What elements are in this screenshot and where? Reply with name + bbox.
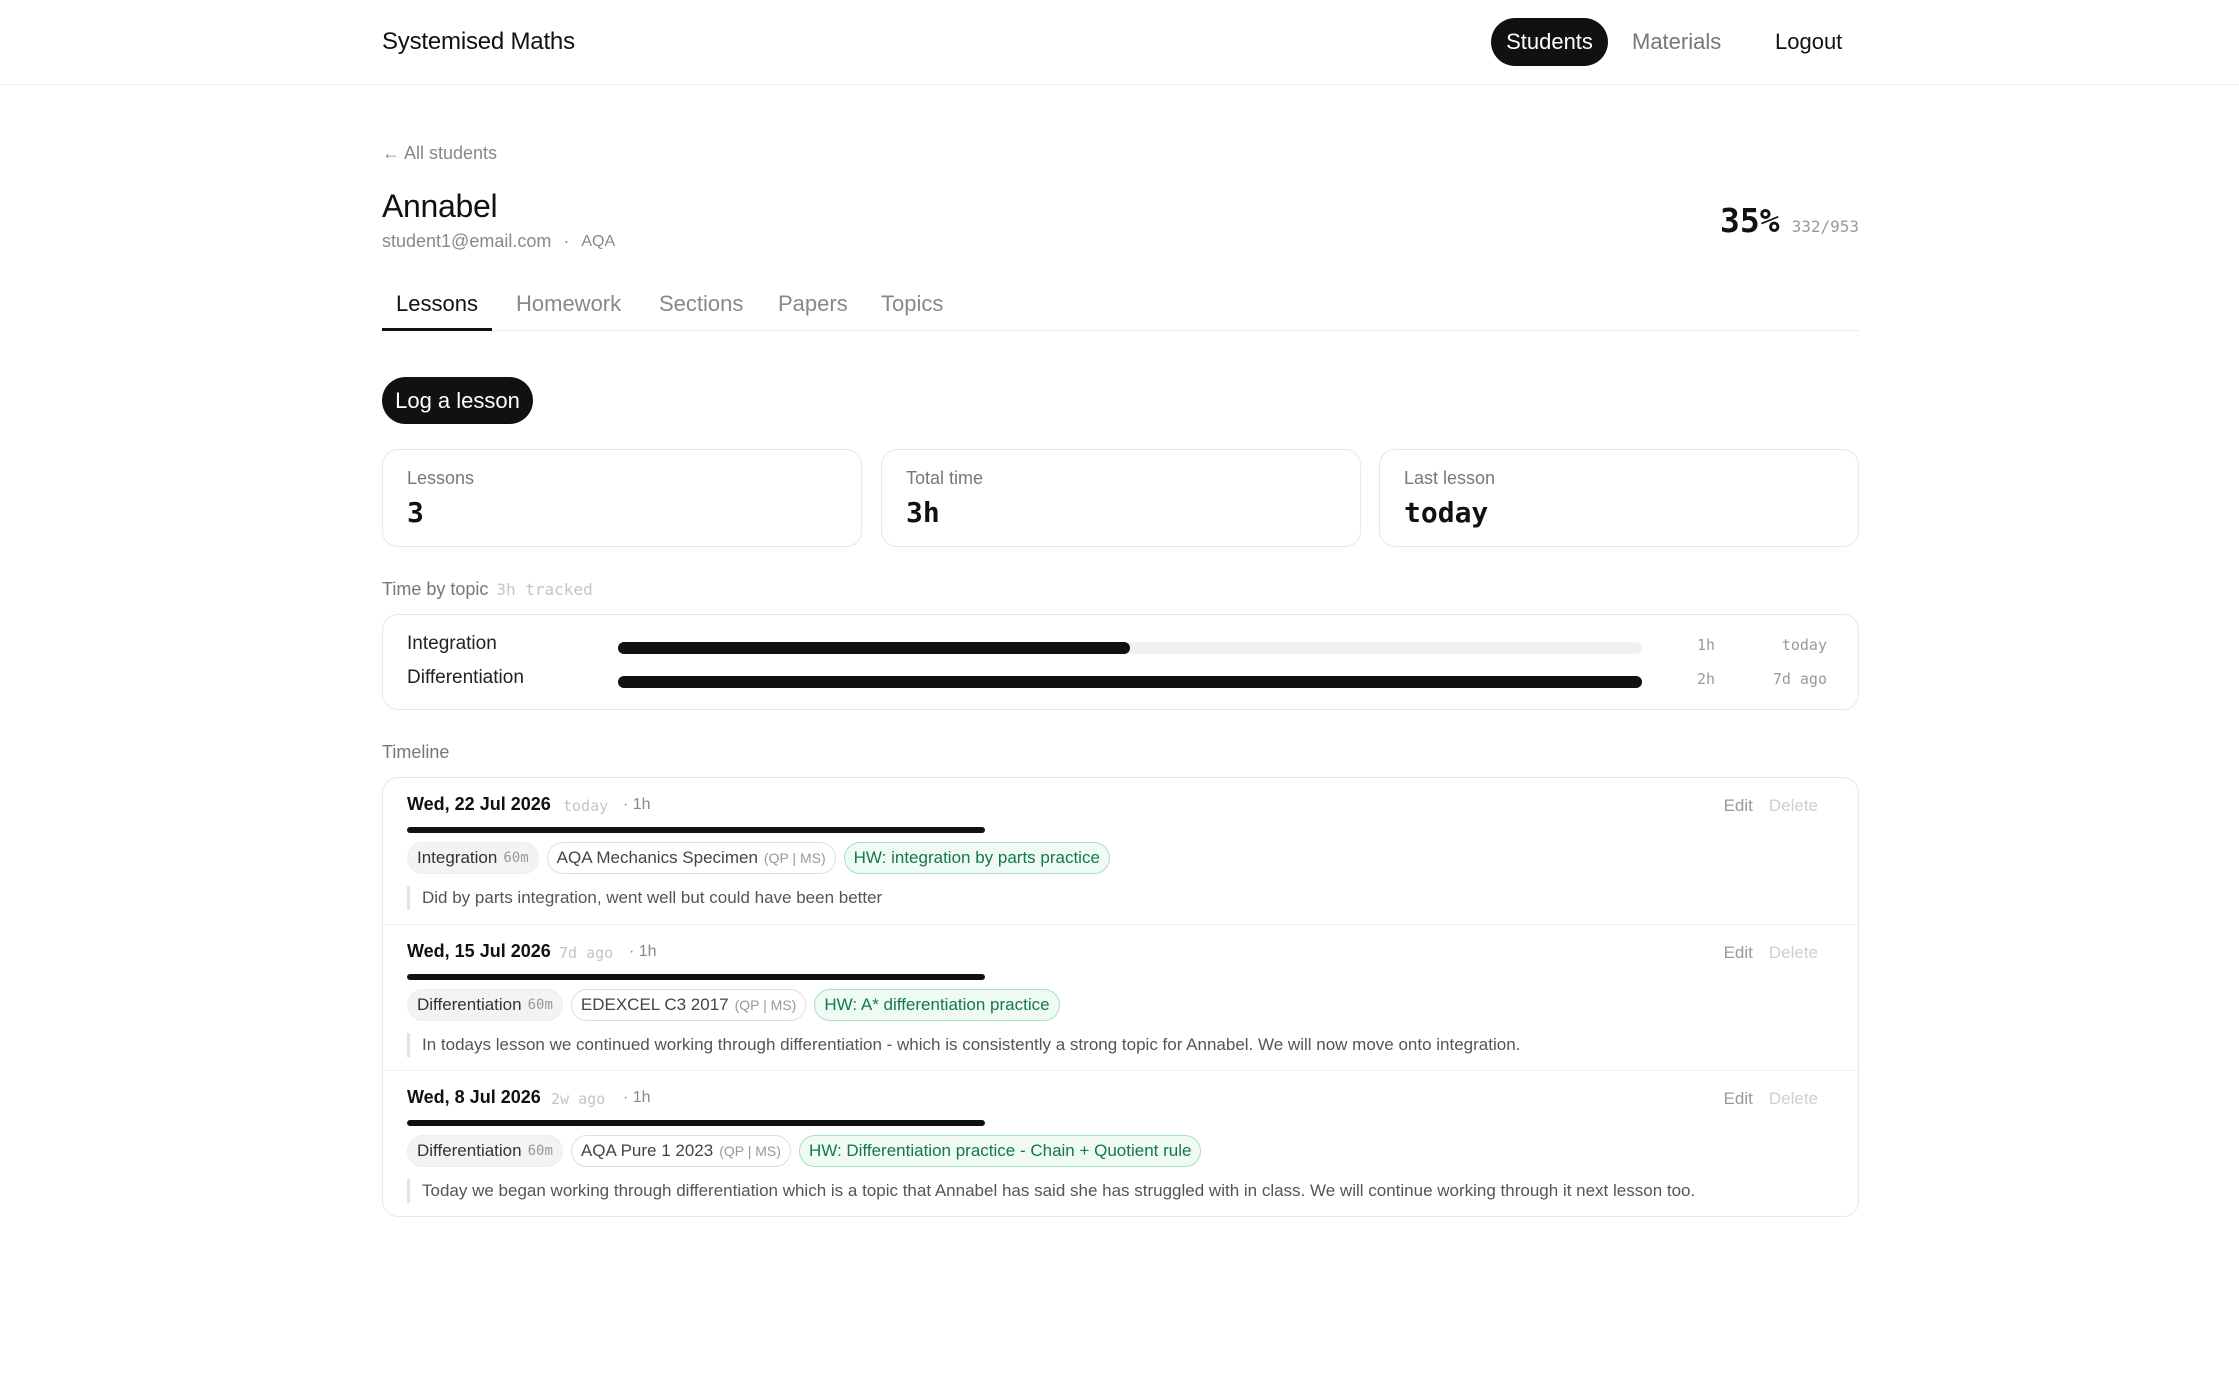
stat-value: 3	[407, 496, 424, 529]
stat-label: Lessons	[407, 468, 475, 488]
tab-lessons[interactable]: Lessons	[382, 291, 492, 331]
topic-last-seen: today	[1781, 636, 1827, 654]
delete-entry-button[interactable]: Delete	[1769, 796, 1818, 816]
entry-chips: Differentiation 60m EDEXCEL C3 2017 (QP | …	[407, 989, 1060, 1021]
topic-bar-fill	[618, 642, 1130, 654]
timeline-entry: Wed, 15 Jul 2026 7d ago · 1h Edit Delete…	[383, 924, 1858, 1070]
nav-logout[interactable]: Logout	[1775, 29, 1842, 55]
stat-card-lessons: Lessons 3	[382, 449, 862, 547]
entry-note: In todays lesson we continued working th…	[407, 1033, 1520, 1057]
topic-row: Differentiation 2h 7d ago	[407, 667, 1827, 695]
tab-homework[interactable]: Homework	[516, 291, 621, 331]
topic-last-seen: 7d ago	[1772, 670, 1827, 688]
entry-date: Wed, 8 Jul 2026	[407, 1087, 541, 1107]
topic-bar-track	[618, 642, 1642, 654]
entry-date: Wed, 22 Jul 2026	[407, 794, 551, 814]
entry-relative-time: 2w ago	[551, 1090, 606, 1108]
progress-percent: 35%	[1719, 201, 1780, 240]
chip-topic-minutes: 60m	[503, 850, 529, 866]
time-by-topic-heading: Time by topic 3h tracked	[382, 579, 593, 600]
log-lesson-button[interactable]: Log a lesson	[382, 377, 533, 424]
entry-note: Today we began working through different…	[407, 1179, 1695, 1203]
student-email: student1@email.com	[382, 231, 552, 251]
top-bar: Systemised Maths Students Materials Logo…	[0, 0, 2239, 85]
chip-paper-tag: (QP | MS)	[763, 850, 826, 866]
chip-topic-name: Integration	[417, 848, 498, 867]
paper-chip[interactable]: AQA Mechanics Specimen (QP | MS)	[546, 842, 836, 874]
stat-value: today	[1404, 496, 1489, 529]
timeline-heading: Timeline	[382, 742, 450, 762]
topic-bar-track	[618, 676, 1642, 688]
topic-chip[interactable]: Integration 60m	[407, 842, 539, 874]
entry-duration: · 1h	[623, 796, 651, 813]
stat-card-total-time: Total time 3h	[881, 449, 1361, 547]
student-meta: student1@email.com · AQA	[382, 231, 615, 252]
timeline-entry: Wed, 22 Jul 2026 today · 1h Edit Delete …	[383, 778, 1858, 924]
chip-paper-name: AQA Mechanics Specimen	[556, 848, 758, 867]
topic-bar-fill	[618, 676, 1642, 688]
tab-topics[interactable]: Topics	[881, 291, 943, 331]
entry-duration-bar	[407, 827, 985, 833]
homework-chip[interactable]: HW: Differentiation practice - Chain + Q…	[798, 1135, 1202, 1167]
student-name: Annabel	[382, 188, 498, 224]
back-to-students-link[interactable]: ← All students	[382, 143, 497, 164]
time-by-topic-label: Time by topic	[382, 579, 489, 599]
entry-actions: Edit Delete	[1724, 796, 1818, 816]
meta-separator: ·	[563, 231, 570, 251]
topic-hours: 1h	[1697, 636, 1716, 654]
delete-entry-button[interactable]: Delete	[1769, 943, 1818, 963]
entry-relative-time: today	[563, 797, 609, 815]
topic-name: Integration	[407, 633, 497, 654]
topic-name: Differentiation	[407, 667, 524, 688]
time-by-topic-card: Integration 1h today Differentiation 2h …	[382, 614, 1859, 710]
exam-board: AQA	[581, 232, 616, 250]
delete-entry-button[interactable]: Delete	[1769, 1089, 1818, 1109]
edit-entry-button[interactable]: Edit	[1724, 943, 1753, 963]
entry-duration: · 1h	[629, 943, 657, 960]
chip-topic-name: Differentiation	[417, 995, 522, 1014]
chip-paper-tag: (QP | MS)	[719, 1143, 781, 1159]
chip-topic-name: Differentiation	[417, 1141, 522, 1160]
tab-papers[interactable]: Papers	[778, 291, 848, 331]
student-tabs: Lessons Homework Sections Papers Topics	[382, 291, 1859, 331]
homework-chip[interactable]: HW: A* differentiation practice	[814, 989, 1060, 1021]
homework-chip[interactable]: HW: integration by parts practice	[843, 842, 1110, 874]
entry-duration: · 1h	[623, 1089, 651, 1106]
entry-note: Did by parts integration, went well but …	[407, 886, 882, 910]
chip-paper-name: EDEXCEL C3 2017	[580, 995, 729, 1014]
topic-chip[interactable]: Differentiation 60m	[407, 989, 563, 1021]
entry-actions: Edit Delete	[1724, 943, 1818, 963]
time-tracked-total: 3h tracked	[496, 580, 593, 599]
brand-logo[interactable]: Systemised Maths	[382, 28, 575, 56]
edit-entry-button[interactable]: Edit	[1724, 1089, 1753, 1109]
nav-students[interactable]: Students	[1491, 18, 1608, 66]
stat-label: Last lesson	[1404, 468, 1496, 488]
entry-duration-bar	[407, 1120, 985, 1126]
overall-progress: 35% 332/953	[1720, 201, 1859, 240]
topic-hours: 2h	[1697, 670, 1716, 688]
entry-actions: Edit Delete	[1724, 1089, 1818, 1109]
topic-row: Integration 1h today	[407, 633, 1827, 661]
chip-topic-minutes: 60m	[527, 1143, 553, 1159]
paper-chip[interactable]: EDEXCEL C3 2017 (QP | MS)	[570, 989, 807, 1021]
chip-paper-name: AQA Pure 1 2023	[580, 1141, 714, 1160]
stat-card-last-lesson: Last lesson today	[1379, 449, 1859, 547]
entry-relative-time: 7d ago	[559, 944, 614, 962]
topic-chip[interactable]: Differentiation 60m	[407, 1135, 563, 1167]
paper-chip[interactable]: AQA Pure 1 2023 (QP | MS)	[570, 1135, 791, 1167]
chip-topic-minutes: 60m	[527, 997, 553, 1013]
timeline-card: Wed, 22 Jul 2026 today · 1h Edit Delete …	[382, 777, 1859, 1217]
nav-materials[interactable]: Materials	[1632, 29, 1721, 55]
entry-chips: Integration 60m AQA Mechanics Specimen (QP…	[407, 842, 1110, 874]
timeline-entry: Wed, 8 Jul 2026 2w ago · 1h Edit Delete …	[383, 1070, 1858, 1216]
stat-value: 3h	[906, 496, 940, 529]
stat-label: Total time	[906, 468, 984, 488]
progress-fraction: 332/953	[1791, 217, 1859, 236]
chip-paper-tag: (QP | MS)	[734, 997, 797, 1013]
tab-sections[interactable]: Sections	[659, 291, 743, 331]
entry-chips: Differentiation 60m AQA Pure 1 2023 (QP | …	[407, 1135, 1202, 1167]
entry-date: Wed, 15 Jul 2026	[407, 941, 551, 961]
entry-duration-bar	[407, 974, 985, 980]
edit-entry-button[interactable]: Edit	[1724, 796, 1753, 816]
